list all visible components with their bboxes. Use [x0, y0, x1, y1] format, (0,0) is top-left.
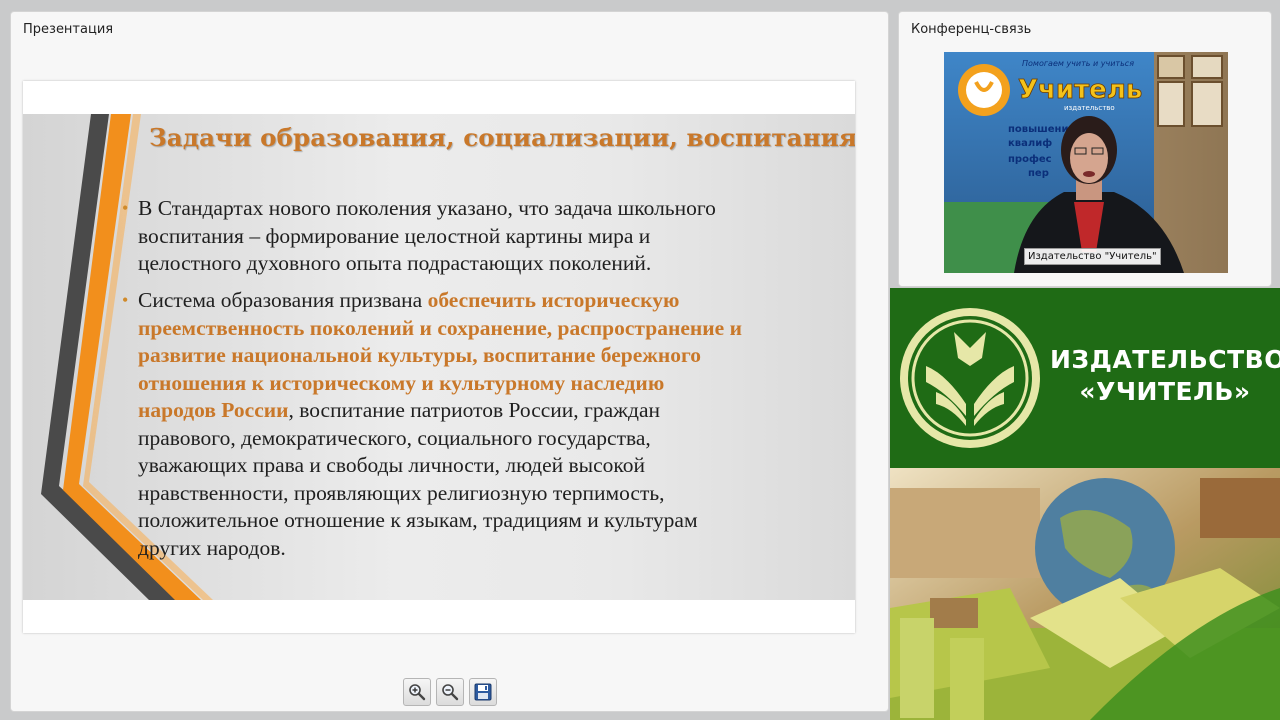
video-backdrop-item-2: квалиф: [1008, 137, 1052, 149]
zoom-in-button[interactable]: [403, 678, 431, 706]
video-backdrop-item-3: профес: [1008, 153, 1052, 165]
slide-bullet-2: • Система образования призвана обеспечит…: [122, 287, 838, 562]
slide-bullet-2-lead: Система образования призвана: [138, 288, 428, 312]
conference-panel: Конференц-связь Помогаем учить и учиться…: [898, 11, 1272, 287]
slide-bullet-2-rest: , воспитание патриотов России, граждан п…: [138, 398, 698, 560]
slide-bullet-1-text: В Стандартах нового поколения указано, ч…: [138, 196, 716, 275]
slide-body: Задачи образования, социализации, воспит…: [23, 114, 855, 600]
presentation-slide: Задачи образования, социализации, воспит…: [23, 81, 855, 633]
presentation-panel-title: Презентация: [23, 22, 114, 37]
zoom-out-icon: [442, 684, 459, 701]
publisher-logo-icon: [900, 308, 1040, 448]
video-participant-label: Издательство "Учитель": [1024, 248, 1161, 265]
publisher-banner: ИЗДАТЕЛЬСТВО «УЧИТЕЛЬ»: [890, 288, 1280, 468]
zoom-in-icon: [409, 684, 426, 701]
publisher-name: ИЗДАТЕЛЬСТВО «УЧИТЕЛЬ»: [1050, 344, 1280, 408]
bullet-dot: •: [122, 290, 129, 310]
webcam-scene: Помогаем учить и учиться Учитель издател…: [944, 52, 1228, 273]
presentation-panel: Презентация Задачи образования, социализ…: [10, 11, 889, 712]
conference-panel-title: Конференц-связь: [911, 22, 1032, 37]
zoom-out-button[interactable]: [436, 678, 464, 706]
video-backdrop-line1: Помогаем учить и учиться: [1022, 59, 1134, 68]
video-backdrop-line2: Учитель: [1018, 75, 1142, 105]
publisher-name-line2: «УЧИТЕЛЬ»: [1079, 377, 1251, 406]
save-button[interactable]: [469, 678, 497, 706]
webcam-video[interactable]: Помогаем учить и учиться Учитель издател…: [944, 52, 1228, 273]
slide-bullet-2-text: Система образования призвана обеспечить …: [138, 287, 838, 562]
slide-title: Задачи образования, социализации, воспит…: [149, 123, 855, 152]
video-backdrop-line3: издательство: [1064, 104, 1115, 112]
books-globe-image: [890, 468, 1280, 720]
floppy-disk-icon: [474, 683, 492, 701]
video-backdrop-item-4: пер: [1028, 168, 1049, 179]
bullet-dot: •: [122, 198, 129, 218]
slide-bullet-1: • В Стандартах нового поколения указано,…: [122, 195, 838, 278]
books-globe-photo: [890, 468, 1280, 720]
publisher-name-line1: ИЗДАТЕЛЬСТВО: [1050, 345, 1280, 374]
